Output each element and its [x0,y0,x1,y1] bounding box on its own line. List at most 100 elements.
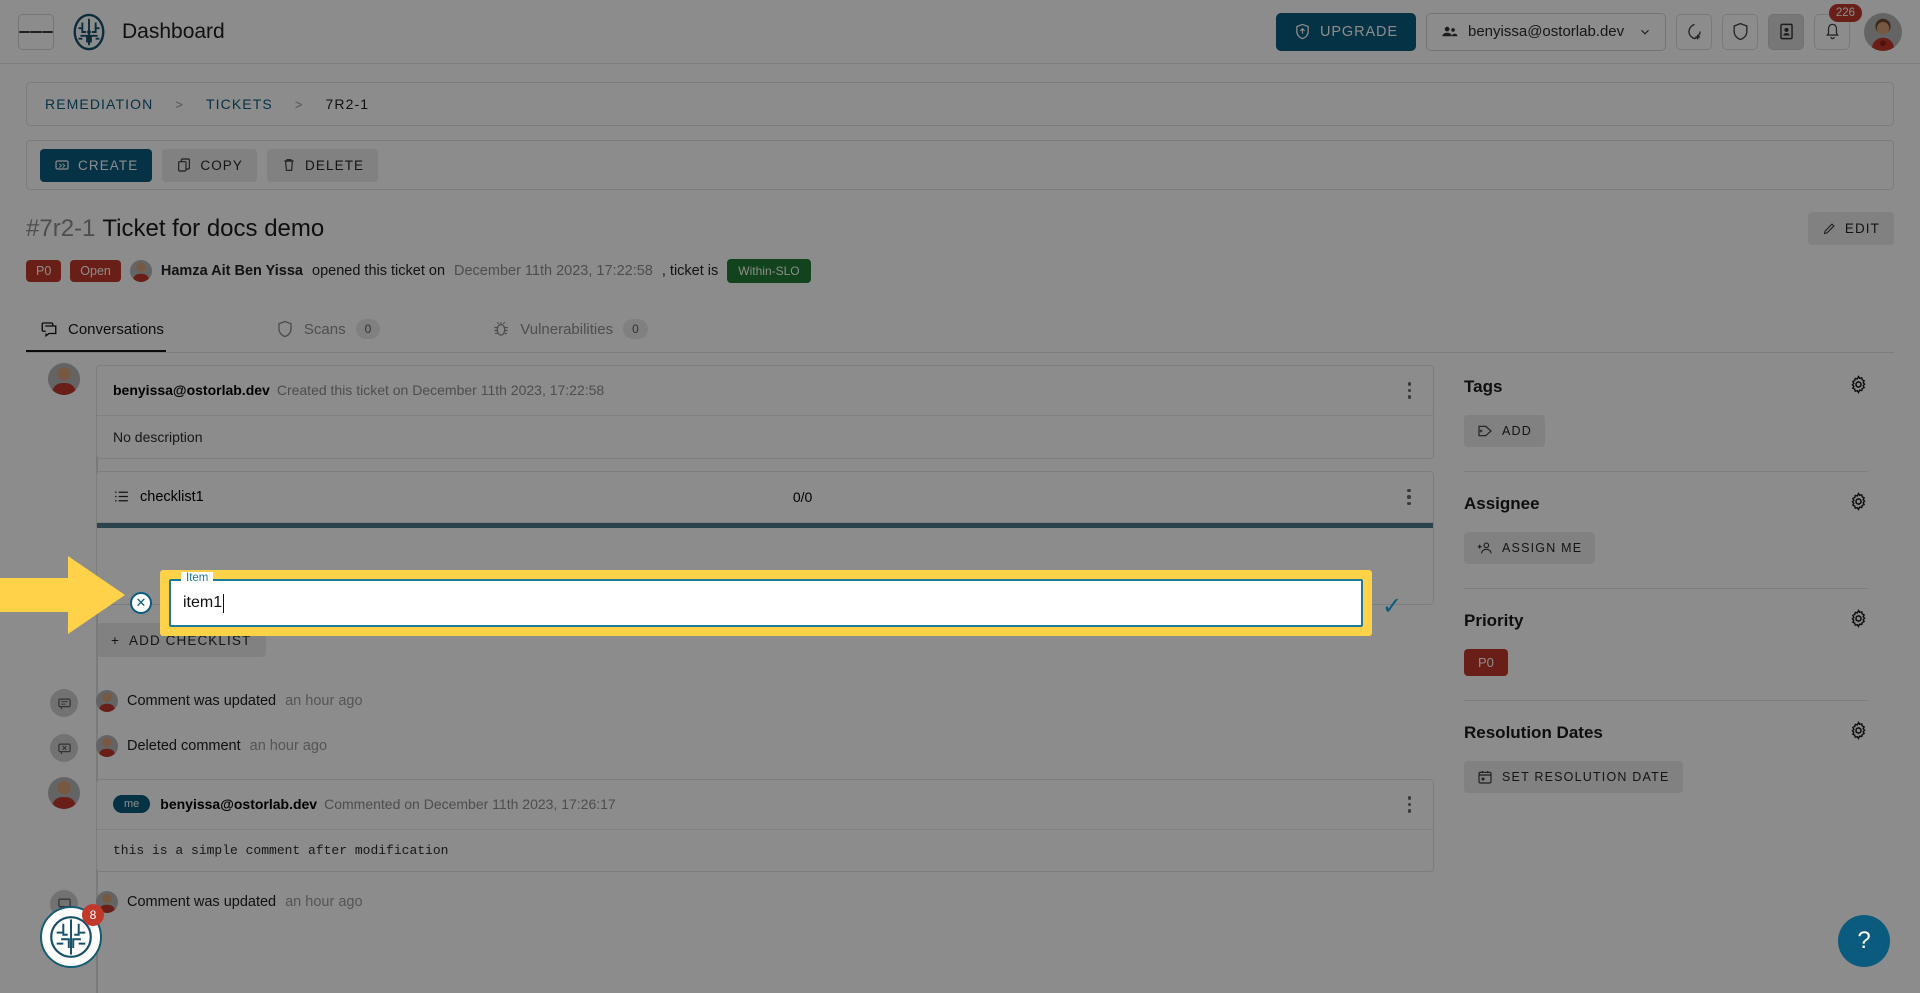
ticket-meta-row: P0 Open Hamza Ait Ben Yissa opened this … [26,259,1894,283]
section-title: Priority [1464,611,1524,630]
help-label: ? [1857,927,1871,954]
avatar [96,735,118,757]
person-add-icon [1477,542,1492,554]
gear-icon[interactable] [1849,375,1868,399]
add-tag-label: ADD [1502,424,1532,438]
bell-icon[interactable]: 226 [1814,3,1862,50]
header-actions: UPGRADE benyissa@ostorlab.dev 226 [1275,3,1902,51]
upgrade-label: UPGRADE [1319,23,1398,40]
card-action: Commented on December 11th 2023, 17:26:1… [324,796,616,813]
copy-button[interactable]: COPY [162,148,258,182]
ticket-title-row: #7r2-1 Ticket for docs demo EDIT [26,212,1894,245]
scan-add-icon[interactable] [1676,13,1712,50]
ticket-is-text: , ticket is [661,263,719,279]
comment-card: me benyissa@ostorlab.dev Commented on De… [96,779,1434,872]
checklist-name: checklist1 [140,488,204,505]
checklist-icon [115,491,128,502]
card-header: me benyissa@ostorlab.dev Commented on De… [97,780,1433,830]
avatar[interactable] [1864,12,1902,51]
avatar [48,777,80,809]
copy-label: COPY [200,157,244,173]
upgrade-button[interactable]: UPGRADE [1275,12,1416,51]
app-root: Dashboard UPGRADE benyissa@ostorlab.dev [0,0,1920,993]
ticket-icon [55,160,69,170]
sidebar-section-resolution-dates: Resolution Dates SET RESOLUTION DATE [1464,701,1868,817]
tab-conversations[interactable]: Conversations [26,306,204,352]
conversation-icon [41,322,57,338]
notification-badge: 226 [1828,3,1862,22]
set-resolution-date-button[interactable]: SET RESOLUTION DATE [1464,761,1683,793]
shield-icon [278,320,292,338]
avatar [48,363,80,395]
card-menu-icon[interactable] [1402,378,1418,403]
event-time: an hour ago [285,693,363,709]
remove-checklist-item-icon[interactable]: ✕ [130,592,152,614]
card-menu-icon[interactable] [1402,792,1418,817]
checklist-item-input-label: Item [181,572,214,584]
assign-me-button[interactable]: ASSIGN ME [1464,532,1596,564]
gear-icon[interactable] [1849,721,1868,745]
create-button[interactable]: CREATE [40,148,153,182]
gear-icon[interactable] [1849,492,1868,516]
priority-chip: P0 [26,260,62,282]
checklist-menu-icon[interactable] [1401,485,1417,510]
comment-deleted-icon [50,734,78,762]
card-body: this is a simple comment after modificat… [113,842,449,858]
breadcrumb-separator: > [175,96,184,112]
section-title: Resolution Dates [1464,723,1603,742]
priority-value-chip[interactable]: P0 [1464,649,1508,676]
set-resolution-date-label: SET RESOLUTION DATE [1502,770,1670,784]
tab-vulnerabilities[interactable]: Vulnerabilities 0 [478,305,688,352]
conversation-timeline: benyissa@ostorlab.dev Created this ticke… [26,363,1434,993]
delete-button[interactable]: DELETE [267,148,379,182]
section-title: Tags [1464,377,1503,396]
tag-add-icon [1478,425,1492,437]
assign-me-label: ASSIGN ME [1502,541,1583,555]
main-area: benyissa@ostorlab.dev Created this ticke… [26,363,1894,993]
org-selector[interactable]: benyissa@ostorlab.dev [1426,12,1666,51]
breadcrumb: REMEDIATION > TICKETS > 7R2-1 [26,82,1894,126]
opened-date: December 11th 2023, 17:22:58 [454,263,653,279]
edit-button[interactable]: EDIT [1807,212,1894,245]
confirm-checklist-item-icon[interactable]: ✓ [1382,592,1402,621]
breadcrumb-item-remediation[interactable]: REMEDIATION [45,96,153,112]
upgrade-shield-icon [1296,23,1309,40]
event-text: Comment was updated [127,893,277,910]
avatar [96,690,118,712]
timeline-item-event: Comment was updated an hour ago [50,888,1434,918]
org-value: benyissa@ostorlab.dev [1468,23,1625,40]
checklist-progress: 0/0 [792,488,813,505]
add-tag-button[interactable]: ADD [1464,415,1545,447]
tab-scans[interactable]: Scans 0 [262,305,420,352]
checklist-item-edit-highlight: Item item1 [160,570,1372,636]
ticket-title: Ticket for docs demo [102,214,325,242]
status-chip: Open [70,260,121,282]
card-body: No description [113,428,203,445]
hamburger-icon[interactable] [18,13,54,50]
tab-label: Scans [303,320,346,338]
section-header: Assignee [1464,492,1868,516]
chat-widget-button[interactable]: 8 [40,904,104,968]
me-badge: me [113,795,151,814]
trash-icon [284,159,294,171]
chat-unread-badge: 8 [82,904,104,926]
event-text-row: Deleted comment an hour ago [96,732,327,757]
help-button[interactable]: ? [1838,915,1890,967]
author-avatar [129,260,152,282]
card-author: benyissa@ostorlab.dev [113,382,270,399]
breadcrumb-item-tickets[interactable]: TICKETS [206,96,273,112]
gear-icon[interactable] [1849,609,1868,633]
shield-icon[interactable] [1722,13,1758,50]
comment-updated-icon [50,689,78,717]
contacts-icon[interactable] [1768,13,1804,50]
event-time: an hour ago [249,738,328,754]
ticket-sidebar: Tags ADD Assignee ASSIGN ME Priority P0 … [1464,365,1894,917]
slo-chip: Within-SLO [727,259,811,283]
page-content: REMEDIATION > TICKETS > 7R2-1 CREATE COP… [0,64,1920,993]
sidebar-section-priority: Priority P0 [1464,589,1868,701]
bug-icon [494,321,509,336]
checklist-item-input[interactable]: Item item1 [169,572,1363,627]
timeline-item-comment: me benyissa@ostorlab.dev Commented on De… [48,777,1434,872]
opened-text: opened this ticket on [312,263,446,279]
sidebar-section-tags: Tags ADD [1464,365,1868,472]
